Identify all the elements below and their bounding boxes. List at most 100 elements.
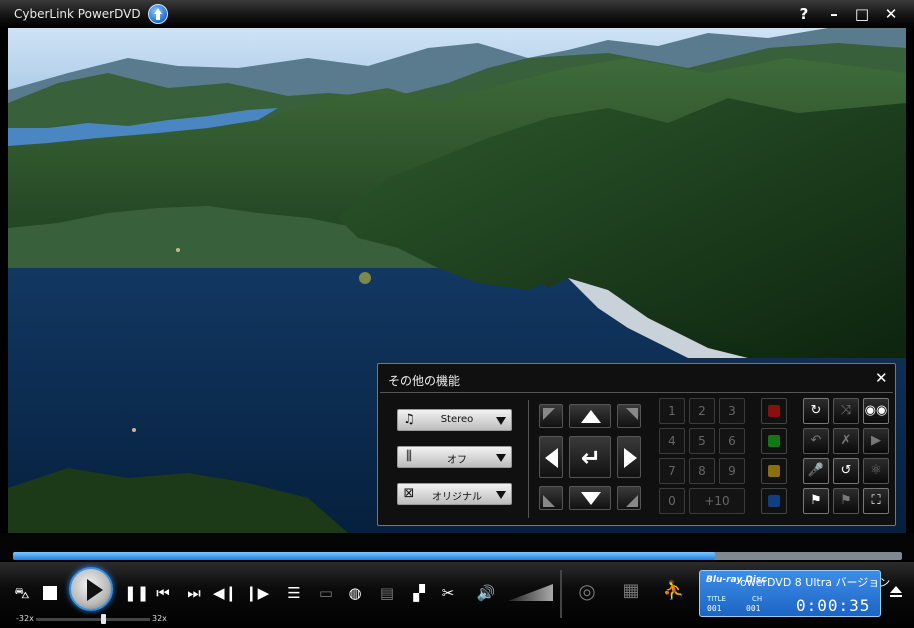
chapter-label: CH: [752, 595, 763, 603]
subtitle-icon: ▭: [318, 584, 334, 602]
bookmark-add-icon[interactable]: ⚑: [803, 488, 829, 514]
panel-separator: [380, 392, 893, 393]
panel-divider: [528, 400, 529, 518]
disc-info-icon: ◎: [578, 579, 596, 603]
music-note-icon: ♫: [403, 412, 415, 427]
volume-icon[interactable]: 🔊: [476, 585, 496, 601]
step-backward-icon[interactable]: ◀❙: [213, 585, 237, 601]
presenter-icon: ⛹: [662, 580, 686, 601]
number-button-0[interactable]: 0: [659, 488, 685, 514]
corner-arrow-icon: [543, 495, 555, 507]
number-button-6[interactable]: 6: [719, 428, 745, 454]
speed-slider[interactable]: [36, 618, 150, 621]
seek-bar-fill: [13, 552, 716, 560]
arrow-right-icon: [624, 448, 637, 468]
yellow-button[interactable]: [761, 458, 787, 484]
nav-left-button[interactable]: [539, 436, 563, 478]
aspect-ratio-icon: ⊠: [403, 486, 415, 501]
version-text: owerDVD 8 Ultra バージョン: [740, 576, 891, 589]
minimize-button[interactable]: –: [823, 4, 845, 24]
aspect-ratio-value: オリジナル: [432, 492, 482, 503]
maximize-button[interactable]: □: [851, 4, 873, 24]
speed-slider-thumb[interactable]: [101, 614, 106, 624]
blue-button[interactable]: [761, 488, 787, 514]
camera-icon: ▶: [863, 428, 889, 454]
more-functions-icon[interactable]: ▞: [409, 585, 429, 601]
eject-icon[interactable]: [890, 586, 902, 597]
upgrade-icon[interactable]: [148, 4, 168, 24]
nav-enter-button[interactable]: ↵: [569, 436, 611, 478]
elapsed-time: 0:00:35: [796, 596, 871, 615]
close-button[interactable]: ✕: [880, 4, 902, 24]
settings-tools-icon[interactable]: ✂: [438, 585, 458, 601]
blue-swatch: [768, 495, 780, 507]
chevron-down-icon: [496, 491, 506, 499]
car-mode-icon[interactable]: ⛍: [10, 585, 34, 601]
return-arrow-icon[interactable]: ↺: [833, 458, 859, 484]
number-button-8[interactable]: 8: [689, 458, 715, 484]
equalizer-icon: ⫼: [406, 449, 412, 464]
equalizer-value: オフ: [447, 455, 467, 466]
control-divider: [560, 570, 562, 618]
enter-icon: ↵: [580, 444, 602, 472]
lcd-display: Blu-ray Disc owerDVD 8 Ultra バージョン TITLE…: [699, 570, 890, 617]
number-button-5[interactable]: 5: [689, 428, 715, 454]
green-swatch: [768, 435, 780, 447]
pause-icon[interactable]: ❚❚: [124, 585, 149, 601]
angle-icon: ▤: [379, 584, 395, 602]
no-repeat-icon: ↶: [803, 428, 829, 454]
app-title: CyberLink PowerDVD: [14, 7, 141, 21]
yellow-swatch: [768, 465, 780, 477]
number-button-1[interactable]: 1: [659, 398, 685, 424]
number-button-4[interactable]: 4: [659, 428, 685, 454]
red-swatch: [768, 405, 780, 417]
shuffle-icon: ⤨: [833, 398, 859, 424]
nav-down-button[interactable]: [569, 486, 611, 510]
nav-down-left-button[interactable]: [539, 486, 563, 510]
nav-up-right-button[interactable]: [617, 404, 641, 428]
chevron-down-icon: [496, 454, 506, 462]
nav-down-right-button[interactable]: [617, 486, 641, 510]
view-icon[interactable]: ◉◉: [863, 398, 889, 424]
green-button[interactable]: [761, 428, 787, 454]
corner-arrow-icon: [626, 495, 638, 507]
stop-icon[interactable]: [43, 586, 57, 600]
panel-close-button[interactable]: ✕: [875, 370, 888, 386]
corner-arrow-icon: [543, 408, 555, 420]
aspect-ratio-dropdown[interactable]: ⊠ オリジナル: [397, 483, 512, 505]
equalizer-dropdown[interactable]: ⫼ オフ: [397, 446, 512, 468]
title-bar: CyberLink PowerDVD ? – □ ✕: [0, 0, 914, 28]
panel-title: その他の機能: [388, 374, 461, 388]
audio-channel-dropdown[interactable]: ♫ Stereo: [397, 409, 512, 431]
globe-icon[interactable]: ◍: [345, 585, 365, 601]
red-button[interactable]: [761, 398, 787, 424]
nav-up-left-button[interactable]: [539, 404, 563, 428]
nav-right-button[interactable]: [617, 436, 641, 478]
step-forward-icon[interactable]: ❙▶: [245, 585, 269, 601]
next-chapter-icon[interactable]: ⏭: [185, 585, 203, 601]
number-button-3[interactable]: 3: [719, 398, 745, 424]
chevron-down-icon: [496, 417, 506, 425]
audio-channel-value: Stereo: [440, 414, 474, 425]
bookmark-icon: ⚑: [833, 488, 859, 514]
title-number: 001: [707, 604, 722, 613]
title-label: TITLE: [707, 595, 726, 603]
speed-max-label: 32x: [152, 614, 167, 623]
number-button-plus10[interactable]: +10: [689, 488, 745, 514]
atom-icon: ⚛: [863, 458, 889, 484]
menu-icon[interactable]: ☰: [285, 585, 303, 601]
help-button[interactable]: ?: [793, 4, 815, 24]
fullscreen-icon[interactable]: ⛶: [863, 488, 889, 514]
chapter-number: 001: [746, 604, 761, 613]
nav-up-button[interactable]: [569, 404, 611, 428]
microphone-icon[interactable]: 🎤: [803, 458, 829, 484]
play-button[interactable]: [69, 567, 113, 611]
repeat-icon[interactable]: ↻: [803, 398, 829, 424]
seek-bar[interactable]: [13, 552, 902, 560]
previous-chapter-icon[interactable]: ⏮: [154, 585, 172, 601]
number-button-2[interactable]: 2: [689, 398, 715, 424]
number-button-9[interactable]: 9: [719, 458, 745, 484]
corner-arrow-icon: [626, 408, 638, 420]
number-button-7[interactable]: 7: [659, 458, 685, 484]
more-functions-panel: その他の機能 ✕ ♫ Stereo ⫼ オフ ⊠ オリジナル ↵ 1 2 3 4…: [377, 363, 896, 526]
